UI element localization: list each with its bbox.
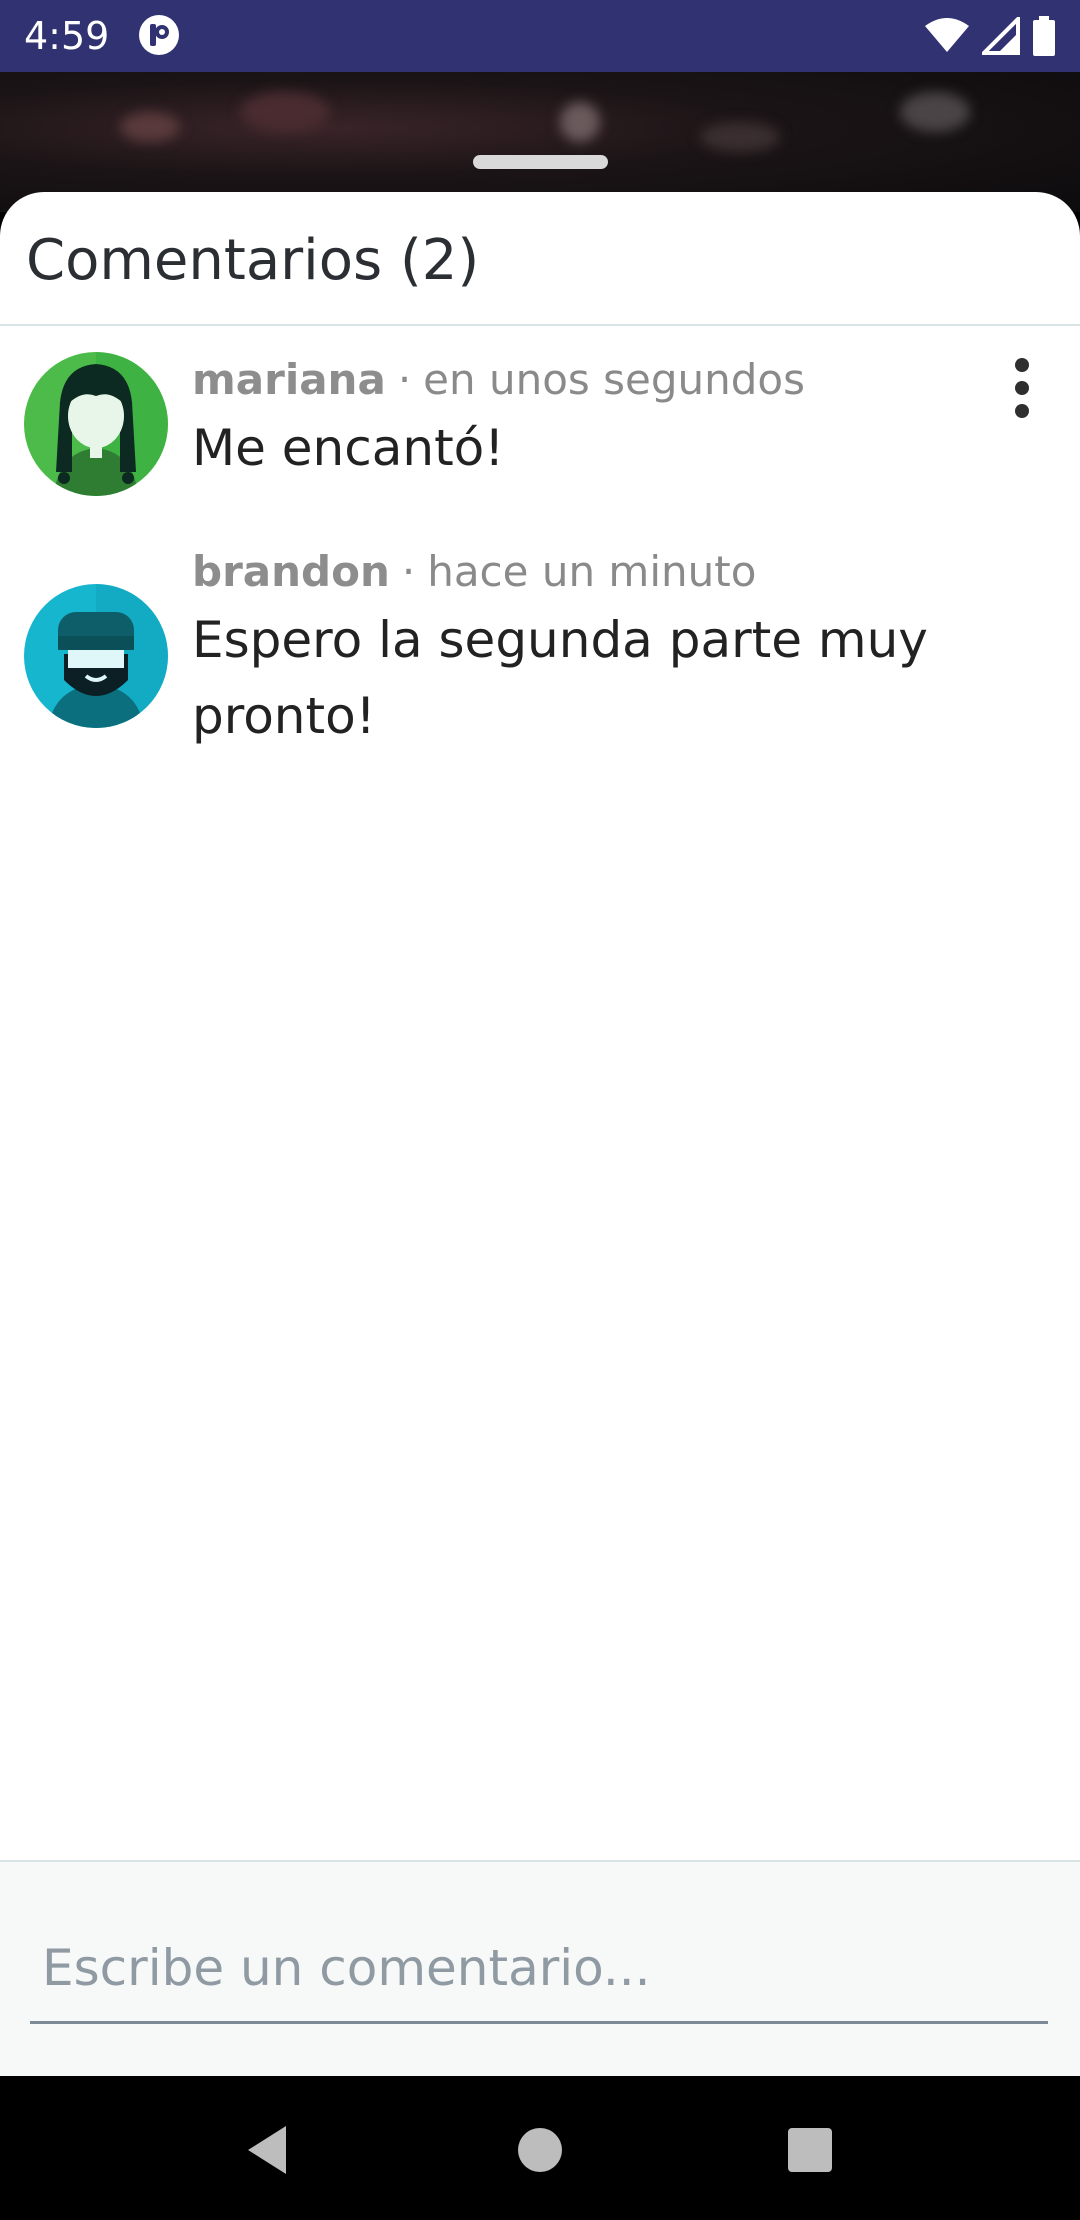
comment-text: Me encantó! xyxy=(192,419,505,477)
comment-author[interactable]: mariana xyxy=(192,355,386,404)
cell-signal-icon xyxy=(982,17,1020,55)
home-icon[interactable] xyxy=(510,2120,570,2180)
more-options-icon[interactable] xyxy=(1004,352,1040,424)
meta-separator: · xyxy=(401,547,416,596)
comment-meta: mariana · en unos segundos xyxy=(192,354,805,406)
system-nav-bar xyxy=(0,2076,1080,2220)
comment-time: hace un minuto xyxy=(427,547,757,596)
wifi-icon xyxy=(925,18,969,52)
status-icons xyxy=(924,14,1056,58)
comment-meta: brandon · hace un minuto xyxy=(192,546,756,598)
comment-composer xyxy=(0,1860,1080,2076)
comment-author[interactable]: brandon xyxy=(192,547,390,596)
comment-input[interactable] xyxy=(30,1914,1048,2024)
comment-item: brandon · hace un minuto Espero la segunda… xyxy=(0,544,1080,764)
sheet-header: Comentarios (2) xyxy=(0,192,1080,326)
comment-time: en unos segundos xyxy=(423,355,806,404)
female-avatar-icon[interactable] xyxy=(24,352,168,496)
meta-separator: · xyxy=(397,355,412,404)
comment-item: mariana · en unos segundos Me encantó! xyxy=(0,352,1080,532)
status-bar: 4:59 xyxy=(0,0,1080,72)
comments-sheet: Comentarios (2) mariana · en unos segundos… xyxy=(0,192,1080,2076)
back-icon[interactable] xyxy=(240,2120,300,2180)
background-video-dimmed xyxy=(0,72,1080,212)
status-time: 4:59 xyxy=(24,14,110,58)
sheet-title: Comentarios (2) xyxy=(26,228,480,293)
notification-app-icon xyxy=(139,15,179,55)
recents-icon[interactable] xyxy=(780,2120,840,2180)
sheet-drag-handle[interactable] xyxy=(473,155,608,169)
battery-icon xyxy=(1033,16,1055,56)
bearded-man-avatar-icon[interactable] xyxy=(24,584,168,728)
comment-text: Espero la segunda parte muy pronto! xyxy=(192,611,928,745)
